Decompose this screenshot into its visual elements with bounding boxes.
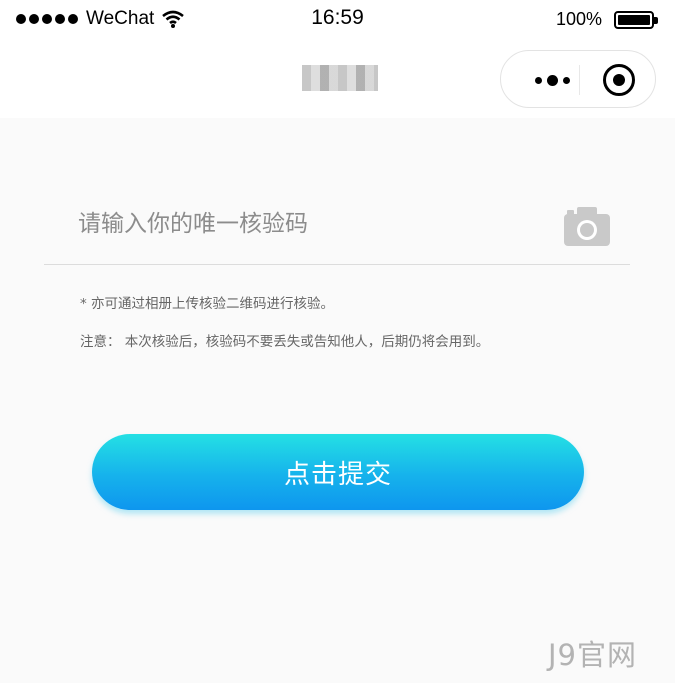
target-icon[interactable]: [603, 64, 635, 96]
capsule-divider: [579, 65, 580, 95]
watermark: J9官网: [548, 638, 638, 672]
battery-percent: 100%: [556, 9, 603, 29]
camera-icon[interactable]: [564, 206, 610, 246]
page-title-blurred: [302, 65, 378, 91]
more-dots-icon[interactable]: [523, 69, 581, 91]
mini-program-capsule: [500, 50, 656, 108]
verification-code-field: [44, 190, 630, 265]
notice-hint: 注意： 本次核验后，核验码不要丢失或告知他人，后期仍将会用到。: [80, 334, 490, 350]
battery-icon: [614, 11, 658, 29]
submit-button[interactable]: 点击提交: [92, 434, 584, 510]
nav-bar: [0, 40, 675, 118]
page: WeChat 16:59 100% 请输入你的唯一核验码 * 亦可通过相册上传核…: [0, 0, 675, 683]
status-bar: WeChat 16:59 100%: [0, 0, 675, 40]
verification-code-input[interactable]: [78, 204, 548, 244]
upload-hint: * 亦可通过相册上传核验二维码进行核验。: [80, 296, 335, 312]
